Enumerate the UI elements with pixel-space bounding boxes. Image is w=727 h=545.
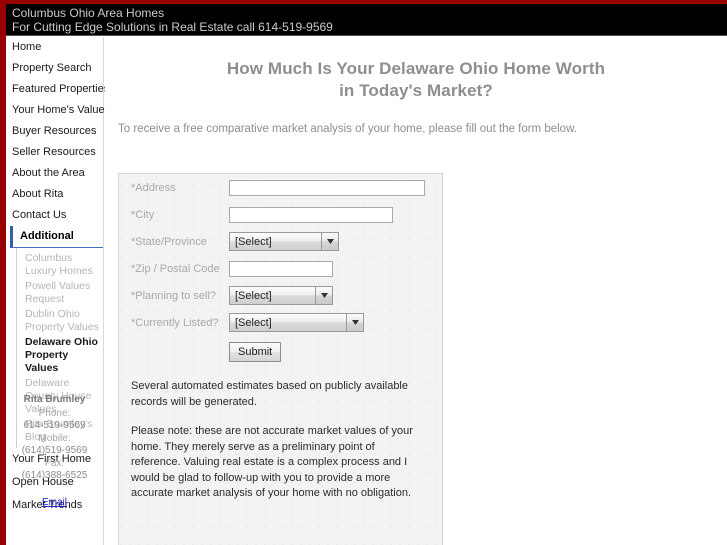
intro-paragraph: To receive a free comparative market ana…: [118, 123, 577, 135]
currently-listed-value: [Select]: [235, 316, 272, 329]
chevron-down-icon[interactable]: [315, 287, 332, 304]
currently-listed-label: *Currently Listed?: [131, 316, 219, 329]
phone-value: 614-519-9569: [23, 420, 86, 431]
site-tagline: For Cutting Edge Solutions in Real Estat…: [12, 20, 333, 34]
email-link[interactable]: Email: [42, 497, 67, 510]
city-label: *City: [131, 208, 155, 221]
page-title-line1: How Much Is Your Delaware Ohio Home Wort…: [226, 59, 606, 78]
form-row-city: *City: [119, 201, 442, 228]
fax-value: (614)388-6525: [21, 470, 88, 481]
sidebar-section-additional[interactable]: Additional: [10, 226, 103, 248]
form-row-state: *State/Province [Select]: [119, 228, 442, 255]
planning-to-sell-select[interactable]: [Select]: [229, 286, 333, 305]
submit-button[interactable]: Submit: [229, 342, 282, 362]
state-select-value: [Select]: [235, 235, 272, 248]
agent-contact-card: Rita Brumley Phone: 614-519-9569 Mobile:…: [6, 394, 103, 509]
page-root: Columbus Ohio Area Homes For Cutting Edg…: [0, 0, 727, 545]
sidebar-subitem-dublin-ohio-property-values[interactable]: Dublin Ohio Property Values: [17, 307, 103, 335]
city-input[interactable]: [229, 206, 393, 223]
currently-listed-select[interactable]: [Select]: [229, 313, 364, 332]
main-content: How Much Is Your Delaware Ohio Home Wort…: [105, 37, 727, 545]
chevron-down-icon[interactable]: [321, 233, 338, 250]
mobile-label: Mobile:: [38, 432, 71, 444]
mobile-value: (614)519-9569: [21, 445, 88, 456]
agent-name: Rita Brumley: [23, 394, 86, 405]
disclaimer-text: Several automated estimates based on pub…: [119, 362, 442, 502]
sidebar-subitem-delaware-ohio-property-values[interactable]: Delaware Ohio Property Values: [17, 335, 103, 376]
sidebar-item-about-the-area[interactable]: About the Area: [6, 163, 103, 184]
zip-input[interactable]: [229, 260, 333, 277]
planning-to-sell-value: [Select]: [235, 289, 272, 302]
form-row-planning-to-sell: *Planning to sell? [Select]: [119, 282, 442, 309]
site-header: Columbus Ohio Area Homes For Cutting Edg…: [6, 4, 727, 36]
address-label: *Address: [131, 181, 176, 194]
form-row-address: *Address: [119, 174, 442, 201]
sidebar-subitem-columbus-luxury-homes[interactable]: Columbus Luxury Homes: [17, 251, 103, 279]
zip-label: *Zip / Postal Code: [131, 262, 220, 275]
cma-request-form: *Address *City *State/Province [Select] …: [118, 173, 443, 545]
form-row-zip: *Zip / Postal Code: [119, 255, 442, 282]
sidebar-item-about-rita[interactable]: About Rita: [6, 184, 103, 205]
disclaimer-paragraph-1: Several automated estimates based on pub…: [131, 380, 408, 408]
disclaimer-paragraph-2: Please note: these are not accurate mark…: [131, 425, 413, 499]
fax-label: Fax:: [44, 457, 65, 469]
form-row-currently-listed: *Currently Listed? [Select]: [119, 309, 442, 336]
chevron-down-icon[interactable]: [346, 314, 363, 331]
page-title-line2: in Today's Market?: [339, 81, 493, 100]
sidebar-item-contact-us[interactable]: Contact Us: [6, 205, 103, 226]
site-title: Columbus Ohio Area Homes: [12, 6, 165, 20]
page-title: How Much Is Your Delaware Ohio Home Wort…: [105, 37, 727, 102]
sidebar-item-buyer-resources[interactable]: Buyer Resources: [6, 121, 103, 142]
sidebar-item-property-search[interactable]: Property Search: [6, 58, 103, 79]
sidebar-item-your-homes-value[interactable]: Your Home's Value: [6, 100, 105, 121]
sidebar-item-featured-properties[interactable]: Featured Properties: [6, 79, 109, 100]
planning-to-sell-label: *Planning to sell?: [131, 289, 217, 302]
sidebar-item-seller-resources[interactable]: Seller Resources: [6, 142, 103, 163]
phone-label: Phone:: [38, 407, 71, 419]
state-label: *State/Province: [131, 235, 207, 248]
address-input[interactable]: [229, 179, 425, 196]
state-select[interactable]: [Select]: [229, 232, 339, 251]
sidebar-item-home[interactable]: Home: [6, 37, 103, 58]
form-actions: Submit: [119, 336, 442, 362]
sidebar-subitem-powell-values-request[interactable]: Powell Values Request: [17, 279, 103, 307]
